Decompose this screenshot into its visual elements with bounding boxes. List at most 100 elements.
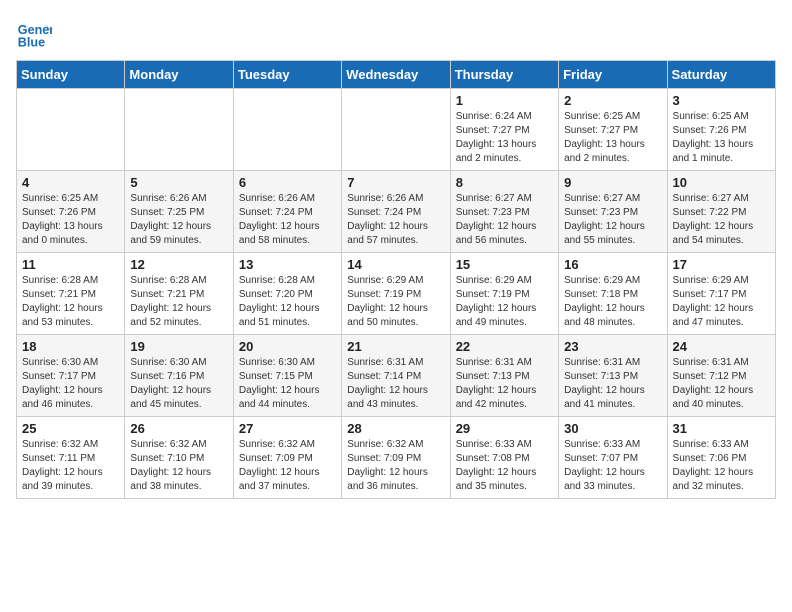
day-info: Sunrise: 6:31 AM Sunset: 7:13 PM Dayligh…	[564, 356, 661, 412]
calendar-cell: 19 Sunrise: 6:30 AM Sunset: 7:16 PM Dayli…	[125, 335, 233, 417]
calendar-week-3: 11Sunrise: 6:28 AM Sunset: 7:21 PM Dayli…	[17, 253, 776, 335]
day-number: 15	[456, 257, 553, 272]
header-wednesday: Wednesday	[342, 61, 450, 89]
calendar-week-4: 18 Sunrise: 6:30 AM Sunset: 7:17 PM Dayli…	[17, 335, 776, 417]
day-info: Sunrise: 6:31 AM Sunset: 7:14 PM Dayligh…	[347, 356, 444, 412]
calendar-cell: 28Sunrise: 6:32 AM Sunset: 7:09 PM Dayli…	[342, 417, 450, 499]
day-info: Sunrise: 6:26 AM Sunset: 7:25 PM Dayligh…	[130, 192, 227, 248]
header-sunday: Sunday	[17, 61, 125, 89]
day-number: 3	[673, 93, 770, 108]
day-number: 27	[239, 421, 336, 436]
day-info: Sunrise: 6:31 AM Sunset: 7:13 PM Dayligh…	[456, 356, 553, 412]
header-saturday: Saturday	[667, 61, 775, 89]
day-number: 7	[347, 175, 444, 190]
day-number: 6	[239, 175, 336, 190]
day-number: 23	[564, 339, 661, 354]
calendar-cell: 22 Sunrise: 6:31 AM Sunset: 7:13 PM Dayli…	[450, 335, 558, 417]
day-number: 25	[22, 421, 119, 436]
calendar-header-row: SundayMondayTuesdayWednesdayThursdayFrid…	[17, 61, 776, 89]
calendar-cell: 16Sunrise: 6:29 AM Sunset: 7:18 PM Dayli…	[559, 253, 667, 335]
calendar-cell: 3 Sunrise: 6:25 AM Sunset: 7:26 PM Daylig…	[667, 89, 775, 171]
calendar-cell: 27 Sunrise: 6:32 AM Sunset: 7:09 PM Dayli…	[233, 417, 341, 499]
day-info: Sunrise: 6:33 AM Sunset: 7:08 PM Dayligh…	[456, 438, 553, 494]
day-info: Sunrise: 6:25 AM Sunset: 7:27 PM Dayligh…	[564, 110, 661, 166]
day-info: Sunrise: 6:32 AM Sunset: 7:09 PM Dayligh…	[239, 438, 336, 494]
header-monday: Monday	[125, 61, 233, 89]
logo-icon: General Blue	[16, 16, 52, 52]
day-info: Sunrise: 6:27 AM Sunset: 7:22 PM Dayligh…	[673, 192, 770, 248]
calendar-cell	[233, 89, 341, 171]
calendar-cell: 20Sunrise: 6:30 AM Sunset: 7:15 PM Dayli…	[233, 335, 341, 417]
calendar-cell: 8Sunrise: 6:27 AM Sunset: 7:23 PM Daylig…	[450, 171, 558, 253]
calendar-cell: 21Sunrise: 6:31 AM Sunset: 7:14 PM Dayli…	[342, 335, 450, 417]
day-info: Sunrise: 6:31 AM Sunset: 7:12 PM Dayligh…	[673, 356, 770, 412]
calendar-cell: 24 Sunrise: 6:31 AM Sunset: 7:12 PM Dayli…	[667, 335, 775, 417]
calendar-cell: 6 Sunrise: 6:26 AM Sunset: 7:24 PM Daylig…	[233, 171, 341, 253]
day-number: 30	[564, 421, 661, 436]
calendar-cell: 14 Sunrise: 6:29 AM Sunset: 7:19 PM Dayli…	[342, 253, 450, 335]
day-info: Sunrise: 6:27 AM Sunset: 7:23 PM Dayligh…	[456, 192, 553, 248]
day-number: 17	[673, 257, 770, 272]
calendar-cell	[17, 89, 125, 171]
header-friday: Friday	[559, 61, 667, 89]
calendar-cell: 5 Sunrise: 6:26 AM Sunset: 7:25 PM Daylig…	[125, 171, 233, 253]
day-info: Sunrise: 6:30 AM Sunset: 7:16 PM Dayligh…	[130, 356, 227, 412]
calendar-cell: 2 Sunrise: 6:25 AM Sunset: 7:27 PM Daylig…	[559, 89, 667, 171]
day-number: 1	[456, 93, 553, 108]
day-number: 22	[456, 339, 553, 354]
calendar-cell: 10 Sunrise: 6:27 AM Sunset: 7:22 PM Dayli…	[667, 171, 775, 253]
calendar-cell	[125, 89, 233, 171]
calendar-cell: 9 Sunrise: 6:27 AM Sunset: 7:23 PM Daylig…	[559, 171, 667, 253]
calendar-week-1: 1 Sunrise: 6:24 AM Sunset: 7:27 PM Daylig…	[17, 89, 776, 171]
day-info: Sunrise: 6:29 AM Sunset: 7:19 PM Dayligh…	[347, 274, 444, 330]
day-number: 2	[564, 93, 661, 108]
calendar-cell: 29 Sunrise: 6:33 AM Sunset: 7:08 PM Dayli…	[450, 417, 558, 499]
day-number: 18	[22, 339, 119, 354]
day-info: Sunrise: 6:26 AM Sunset: 7:24 PM Dayligh…	[347, 192, 444, 248]
day-info: Sunrise: 6:28 AM Sunset: 7:20 PM Dayligh…	[239, 274, 336, 330]
day-info: Sunrise: 6:26 AM Sunset: 7:24 PM Dayligh…	[239, 192, 336, 248]
day-number: 14	[347, 257, 444, 272]
calendar-week-2: 4 Sunrise: 6:25 AM Sunset: 7:26 PM Daylig…	[17, 171, 776, 253]
day-info: Sunrise: 6:25 AM Sunset: 7:26 PM Dayligh…	[673, 110, 770, 166]
calendar-week-5: 25 Sunrise: 6:32 AM Sunset: 7:11 PM Dayli…	[17, 417, 776, 499]
calendar-cell: 13 Sunrise: 6:28 AM Sunset: 7:20 PM Dayli…	[233, 253, 341, 335]
day-info: Sunrise: 6:32 AM Sunset: 7:10 PM Dayligh…	[130, 438, 227, 494]
day-info: Sunrise: 6:32 AM Sunset: 7:11 PM Dayligh…	[22, 438, 119, 494]
day-number: 29	[456, 421, 553, 436]
header-tuesday: Tuesday	[233, 61, 341, 89]
day-number: 10	[673, 175, 770, 190]
calendar-cell	[342, 89, 450, 171]
day-number: 9	[564, 175, 661, 190]
day-info: Sunrise: 6:32 AM Sunset: 7:09 PM Dayligh…	[347, 438, 444, 494]
calendar-cell: 30 Sunrise: 6:33 AM Sunset: 7:07 PM Dayli…	[559, 417, 667, 499]
calendar-cell: 17 Sunrise: 6:29 AM Sunset: 7:17 PM Dayli…	[667, 253, 775, 335]
calendar-cell: 31Sunrise: 6:33 AM Sunset: 7:06 PM Dayli…	[667, 417, 775, 499]
day-number: 5	[130, 175, 227, 190]
day-info: Sunrise: 6:29 AM Sunset: 7:19 PM Dayligh…	[456, 274, 553, 330]
calendar-cell: 26Sunrise: 6:32 AM Sunset: 7:10 PM Dayli…	[125, 417, 233, 499]
calendar-cell: 15 Sunrise: 6:29 AM Sunset: 7:19 PM Dayli…	[450, 253, 558, 335]
day-info: Sunrise: 6:33 AM Sunset: 7:07 PM Dayligh…	[564, 438, 661, 494]
day-number: 31	[673, 421, 770, 436]
calendar-cell: 4 Sunrise: 6:25 AM Sunset: 7:26 PM Daylig…	[17, 171, 125, 253]
day-info: Sunrise: 6:29 AM Sunset: 7:17 PM Dayligh…	[673, 274, 770, 330]
day-number: 13	[239, 257, 336, 272]
calendar-cell: 11Sunrise: 6:28 AM Sunset: 7:21 PM Dayli…	[17, 253, 125, 335]
day-info: Sunrise: 6:25 AM Sunset: 7:26 PM Dayligh…	[22, 192, 119, 248]
day-number: 11	[22, 257, 119, 272]
calendar-cell: 18 Sunrise: 6:30 AM Sunset: 7:17 PM Dayli…	[17, 335, 125, 417]
day-info: Sunrise: 6:29 AM Sunset: 7:18 PM Dayligh…	[564, 274, 661, 330]
day-info: Sunrise: 6:27 AM Sunset: 7:23 PM Dayligh…	[564, 192, 661, 248]
day-number: 24	[673, 339, 770, 354]
calendar-cell: 1 Sunrise: 6:24 AM Sunset: 7:27 PM Daylig…	[450, 89, 558, 171]
day-number: 12	[130, 257, 227, 272]
day-number: 19	[130, 339, 227, 354]
logo: General Blue	[16, 16, 56, 52]
header-thursday: Thursday	[450, 61, 558, 89]
calendar-table: SundayMondayTuesdayWednesdayThursdayFrid…	[16, 60, 776, 499]
day-number: 4	[22, 175, 119, 190]
svg-text:Blue: Blue	[18, 36, 45, 50]
day-info: Sunrise: 6:24 AM Sunset: 7:27 PM Dayligh…	[456, 110, 553, 166]
day-info: Sunrise: 6:30 AM Sunset: 7:17 PM Dayligh…	[22, 356, 119, 412]
